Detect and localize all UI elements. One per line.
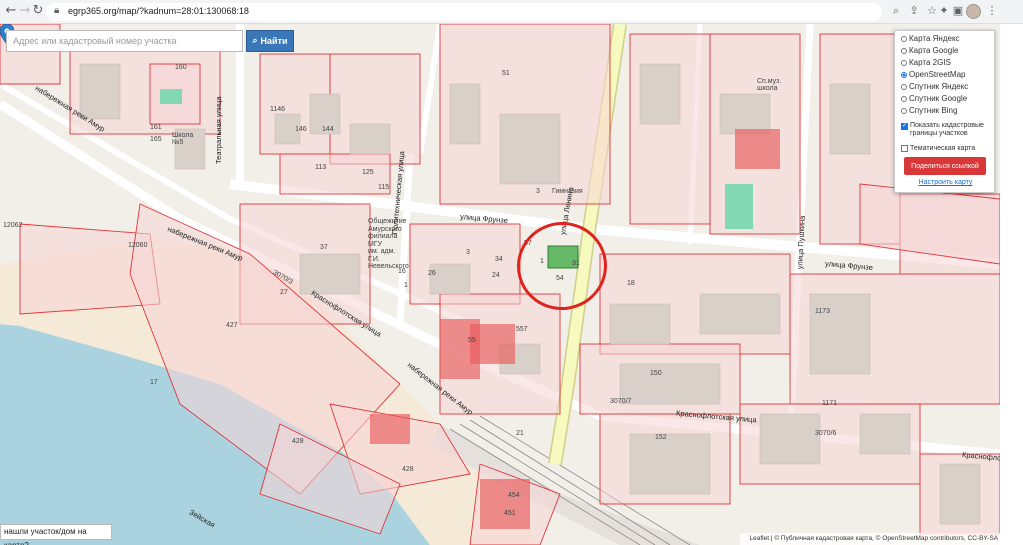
address-bar[interactable]: 🔒︎ egrp365.org/map/?kadnum=28:01:130068:… xyxy=(46,3,882,21)
radio-icon[interactable] xyxy=(901,59,907,66)
layer-option-google-satellite[interactable]: Спутник Google xyxy=(901,93,967,104)
parcel-number: 451 xyxy=(504,510,516,517)
parcel-number: 12060 xyxy=(128,242,148,249)
back-icon[interactable]: ← xyxy=(4,4,18,18)
extension-icon[interactable]: ✦ xyxy=(938,5,950,17)
parcel-number: 1173 xyxy=(815,308,831,315)
place-school5: Школа №5 xyxy=(172,132,194,146)
parcel-number: 150 xyxy=(650,370,662,377)
place-dormitory: Общежитие Амурского филиала МГУ им. адм. Г.И.… xyxy=(368,218,409,270)
parcel-number: 26 xyxy=(428,270,436,277)
parcel-number: 152 xyxy=(655,434,667,441)
layer-option-bing-satellite[interactable]: Спутник Bing xyxy=(901,105,957,116)
parcel-number: 27 xyxy=(280,289,288,296)
parcel-number: 427 xyxy=(226,322,238,329)
radio-icon[interactable] xyxy=(901,95,907,102)
parcel-number: 115 xyxy=(378,184,390,191)
forward-icon[interactable]: → xyxy=(18,4,32,18)
checkbox-icon[interactable] xyxy=(901,145,908,152)
parcel-number: 51 xyxy=(502,70,510,77)
map-canvas[interactable]: улица Фрунзе улица Фрунзе Краснофлотская… xyxy=(0,24,1000,545)
search-input[interactable] xyxy=(6,30,243,52)
parcel-number: 144 xyxy=(322,126,334,133)
parcel-number: 1171 xyxy=(822,400,838,407)
street-teatralnaya: Театральная улица xyxy=(214,96,223,164)
radio-icon[interactable] xyxy=(901,47,907,54)
layer-option-yandex-satellite[interactable]: Спутник Яндекс xyxy=(901,81,968,92)
parcel-number: 37 xyxy=(320,244,328,251)
page-margin xyxy=(1000,24,1023,545)
lock-icon[interactable]: 🔒︎ xyxy=(54,5,59,16)
parcel-number: 1146 xyxy=(270,106,286,113)
setup-map-link[interactable]: Настроить карту xyxy=(895,179,996,186)
layer-option-osm[interactable]: OpenStreetMap xyxy=(901,69,965,80)
parcel-number: 24 xyxy=(492,272,500,279)
layer-option-google-map[interactable]: Карта Google xyxy=(901,45,958,56)
share-link-button[interactable]: Поделиться ссылкой xyxy=(904,157,986,175)
parcel-number: 3 xyxy=(536,188,540,195)
layer-option-2gis-map[interactable]: Карта 2GIS xyxy=(901,57,951,68)
radio-icon[interactable] xyxy=(901,35,907,42)
search-icon: ⌕ xyxy=(252,36,258,46)
radio-icon[interactable] xyxy=(901,107,907,114)
parcel-number: 146 xyxy=(295,126,307,133)
parcel-number: 165 xyxy=(150,136,162,143)
park-area xyxy=(160,89,182,104)
map-attribution: Leaflet | © Публичная кадастровая карта,… xyxy=(740,533,1000,545)
parcel-number: 113 xyxy=(315,164,327,171)
share-icon[interactable]: ⇪ xyxy=(908,5,920,17)
radio-icon[interactable] xyxy=(901,83,907,90)
zoom-icon[interactable]: ⌕ xyxy=(890,5,902,17)
parcel-number: 12062 xyxy=(3,222,23,229)
parcel-number: 428 xyxy=(402,466,414,473)
parcel-number: 21 xyxy=(516,430,524,437)
layer-switcher-panel: Карта Яндекс Карта Google Карта 2GIS Ope… xyxy=(894,30,995,193)
place-gymnasium: Гимназия xyxy=(552,188,583,195)
park-area-2 xyxy=(725,184,753,229)
place-music-school: Сп.муз. школа xyxy=(757,78,782,92)
not-found-on-map-button[interactable]: нашли участок/дом на карте? xyxy=(0,524,112,545)
parcel-number: 557 xyxy=(516,326,528,333)
radio-selected-icon[interactable] xyxy=(901,71,907,78)
map-tiles xyxy=(0,24,1000,545)
parcel-number: 3 xyxy=(466,249,470,256)
browser-toolbar: ← → ↻ 🔒︎ egrp365.org/map/?kadnum=28:01:1… xyxy=(0,0,1023,24)
layer-option-yandex-map[interactable]: Карта Яндекс xyxy=(901,33,960,44)
thematic-map-checkbox-row[interactable]: Тематическая карта xyxy=(901,143,975,154)
star-icon[interactable]: ☆ xyxy=(926,5,938,17)
parcel-number: 125 xyxy=(362,169,374,176)
parcel-number: 3070/6 xyxy=(815,430,837,437)
checkbox-checked-icon[interactable]: ✓ xyxy=(901,123,908,130)
avatar[interactable] xyxy=(966,4,981,19)
search-button-label: Найти xyxy=(260,36,288,46)
parcel-number: 161 xyxy=(150,124,162,131)
parcel-number: 454 xyxy=(508,492,520,499)
parcel-number: 3070/7 xyxy=(610,398,632,405)
parcel-number: 1 xyxy=(404,282,408,289)
parcel-number: 34 xyxy=(495,256,503,263)
parcel-number: 18 xyxy=(627,280,635,287)
reload-icon[interactable]: ↻ xyxy=(31,4,45,18)
parcel-number: 17 xyxy=(150,379,158,386)
parcel-number: 16 xyxy=(398,268,406,275)
menu-icon[interactable]: ⋮ xyxy=(986,5,998,17)
show-cadastral-checkbox-row[interactable]: ✓ Показать кадастровые границы участков xyxy=(901,122,984,140)
parcel-number: 55 xyxy=(468,337,476,344)
search-button[interactable]: ⌕ Найти xyxy=(246,30,294,52)
parcel-number: 428 xyxy=(292,438,304,445)
parcel-number: 160 xyxy=(175,64,187,71)
sidebar-icon[interactable]: ▣ xyxy=(952,5,964,17)
url-text[interactable]: egrp365.org/map/?kadnum=28:01:130068:18 xyxy=(68,6,249,16)
